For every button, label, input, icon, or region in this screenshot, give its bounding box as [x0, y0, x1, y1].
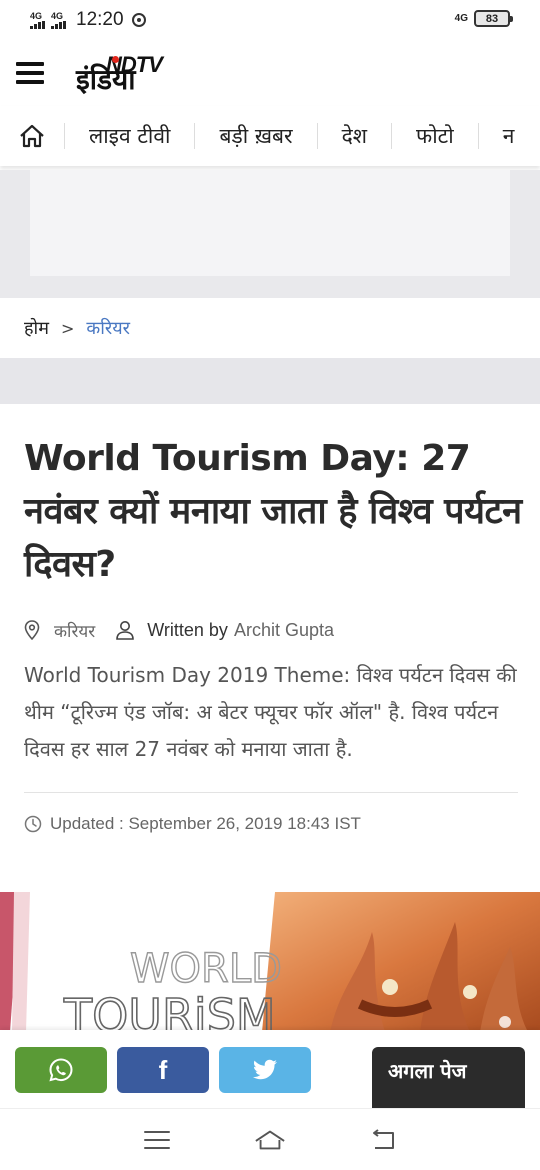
status-right: 4G 83	[454, 10, 513, 27]
nav-item-photo[interactable]: फोटो	[392, 122, 478, 150]
nav-item-more[interactable]: न	[479, 122, 539, 150]
breadcrumb-home[interactable]: होम	[24, 316, 49, 340]
site-logo[interactable]: NDTV इंडिया	[76, 48, 186, 98]
network-type-2: 4G	[51, 10, 64, 21]
article-title: World Tourism Day: 27 नवंबर क्यों मनाया …	[24, 438, 522, 585]
nav-item-country[interactable]: देश	[318, 122, 391, 150]
hero-text-line1: WORLD	[130, 946, 282, 992]
breadcrumb-current[interactable]: करियर	[86, 316, 130, 340]
nav-item-live-tv[interactable]: लाइव टीवी	[65, 122, 194, 150]
facebook-icon: f	[158, 1054, 168, 1085]
ad-slot[interactable]	[30, 170, 510, 276]
hero-illustration: WORLD TOURiSM	[0, 892, 540, 1032]
article-meta: करियर Written by Archit Gupta	[24, 617, 334, 643]
breadcrumb: होम > करियर	[24, 310, 130, 346]
hero-text-line2: TOURiSM	[63, 989, 276, 1032]
article-hero-image[interactable]: WORLD TOURiSM	[0, 892, 540, 1032]
battery-icon: 83	[474, 10, 513, 27]
status-time: 12:20	[76, 9, 124, 30]
back-button[interactable]	[367, 1124, 399, 1156]
menu-lines-icon	[143, 1130, 170, 1149]
updated-timestamp: Updated : September 26, 2019 18:43 IST	[50, 814, 361, 833]
divider	[24, 792, 518, 793]
whatsapp-icon	[49, 1058, 73, 1082]
signal-indicator-1: 4G	[30, 10, 45, 29]
site-header: NDTV इंडिया	[0, 42, 540, 104]
home-icon	[255, 1130, 285, 1149]
back-icon	[373, 1128, 395, 1149]
article-updated: Updated : September 26, 2019 18:43 IST	[24, 811, 361, 837]
nav-home[interactable]	[0, 106, 64, 166]
network-type-right: 4G	[454, 12, 468, 24]
top-nav: लाइव टीवी बड़ी ख़बर देश फोटो न	[0, 106, 540, 166]
section-divider-band	[0, 358, 540, 404]
article-category[interactable]: करियर	[54, 619, 95, 642]
facebook-share-button[interactable]: f	[117, 1047, 209, 1093]
status-bar: 4G 4G 12:20 4G 83	[0, 0, 540, 40]
next-page-button[interactable]: अगला पेज	[372, 1047, 525, 1108]
signal-indicator-2: 4G	[51, 10, 66, 29]
ad-band	[0, 170, 540, 298]
twitter-icon	[252, 1059, 277, 1080]
recent-apps-button[interactable]	[141, 1124, 173, 1156]
network-type-1: 4G	[30, 10, 43, 21]
whatsapp-share-button[interactable]	[15, 1047, 107, 1093]
home-button[interactable]	[254, 1124, 286, 1156]
logo-text-hi: इंडिया	[76, 63, 136, 96]
chrome-icon	[131, 13, 146, 27]
signal-bars-icon	[51, 20, 66, 29]
clock-icon	[24, 815, 42, 833]
article-summary: World Tourism Day 2019 Theme: विश्व पर्य…	[24, 663, 517, 761]
twitter-share-button[interactable]	[219, 1047, 311, 1093]
share-bar: f अगला पेज	[0, 1030, 540, 1108]
home-icon	[20, 124, 44, 148]
written-by-label: Written by	[147, 619, 228, 640]
user-icon	[116, 621, 135, 640]
breadcrumb-separator: >	[60, 318, 75, 338]
signal-bars-icon	[30, 20, 45, 29]
location-pin-icon	[24, 620, 40, 640]
nav-item-top-news[interactable]: बड़ी ख़बर	[195, 122, 316, 150]
system-nav-bar	[0, 1108, 540, 1170]
article-author[interactable]: Archit Gupta	[234, 620, 334, 641]
menu-icon[interactable]	[16, 62, 44, 84]
